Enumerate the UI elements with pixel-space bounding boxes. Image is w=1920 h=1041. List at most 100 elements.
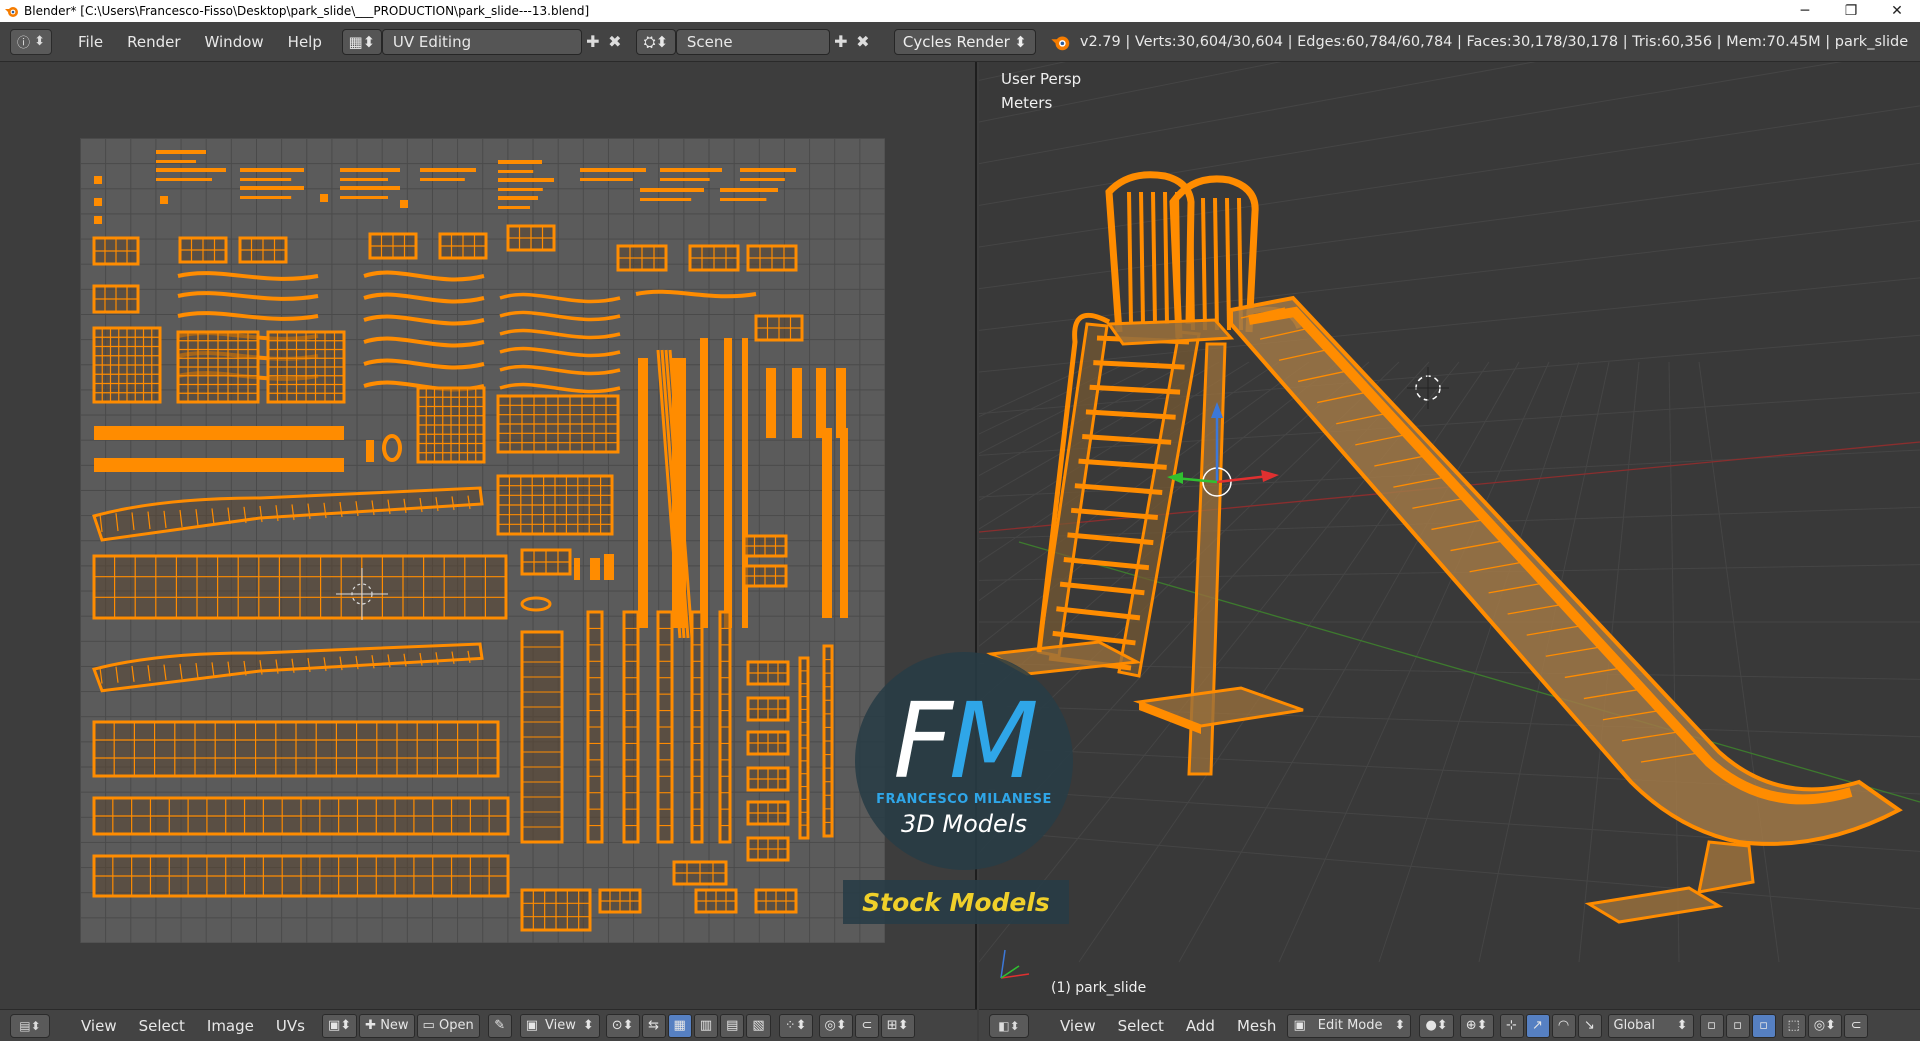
- sticky-selection-select[interactable]: ⁘ ⬍: [778, 1013, 813, 1038]
- uv-image-editor[interactable]: [0, 62, 977, 1009]
- info-icon: ⓘ: [16, 36, 30, 51]
- screen-layout-icon: ▦: [348, 32, 363, 51]
- blender-window: Blender* [C:\Users\Francesco-Fisso\Deskt…: [0, 0, 1920, 1041]
- pivot-point-select[interactable]: ⊙ ⬍: [605, 1013, 640, 1038]
- updown-icon: ⬍: [1394, 1018, 1406, 1033]
- magnet-icon: ⊂: [1850, 1018, 1862, 1033]
- watermark-f: F: [893, 680, 953, 802]
- proportional-icon: ◎: [1813, 1018, 1826, 1033]
- pin-icon: ✎: [494, 1018, 506, 1033]
- magnet-icon: ⊂: [861, 1018, 873, 1033]
- image-mode-select[interactable]: ▣ View ⬍: [519, 1013, 600, 1038]
- manipulator-toggle[interactable]: ⊹: [1499, 1013, 1524, 1038]
- face-mode-icon: ▫: [1759, 1018, 1768, 1033]
- transform-orientation-select[interactable]: Global ⬍: [1607, 1013, 1694, 1038]
- rotate-manipulator-button[interactable]: ◠: [1551, 1013, 1576, 1038]
- uv-menu-uvs[interactable]: UVs: [265, 1010, 316, 1041]
- rotate-icon: ◠: [1557, 1018, 1570, 1033]
- menu-render[interactable]: Render: [115, 22, 192, 62]
- 3d-viewport[interactable]: User Persp Meters (1) park_slide: [979, 62, 1920, 1009]
- blender-logo-icon: [1051, 36, 1070, 50]
- scene-statistics: v2.79 | Verts:30,604/30,604 | Edges:60,7…: [1079, 33, 1909, 50]
- interaction-mode-select[interactable]: ▣ Edit Mode ⬍: [1287, 1013, 1412, 1038]
- new-image-label: New: [380, 1018, 409, 1033]
- uv-menu-image[interactable]: Image: [196, 1010, 265, 1041]
- scene-icon: ⛭: [643, 32, 656, 51]
- add-scene-icon[interactable]: ✚: [830, 29, 852, 55]
- vertex-select-button[interactable]: ▦: [667, 1013, 692, 1038]
- proportional-edit-select[interactable]: ◎ ⬍: [818, 1013, 853, 1038]
- snap-toggle-3d[interactable]: ⊂: [1844, 1013, 1869, 1038]
- 3d-menu-add[interactable]: Add: [1175, 1010, 1226, 1041]
- watermark-subtitle: 3D Models: [901, 810, 1027, 838]
- add-screen-icon[interactable]: ✚: [582, 29, 604, 55]
- pivot-icon: ⊙: [611, 1018, 623, 1033]
- edge-select-button[interactable]: ▥: [693, 1013, 719, 1038]
- island-select-icon: ▧: [752, 1018, 765, 1033]
- render-engine-select[interactable]: Cycles Render ⬍: [893, 28, 1036, 55]
- minimize-button[interactable]: ─: [1782, 0, 1828, 22]
- screen-layout-name: UV Editing: [392, 32, 472, 51]
- 3d-view-editor-type-button[interactable]: ◧ ⬍: [989, 1013, 1029, 1038]
- watermark-m: M: [949, 680, 1039, 802]
- solid-sphere-icon: ●: [1425, 1018, 1437, 1033]
- edge-mode-icon: ▫: [1733, 1018, 1742, 1033]
- menu-help[interactable]: Help: [276, 22, 334, 62]
- limit-selection-toggle[interactable]: ⬚: [1781, 1013, 1806, 1038]
- render-engine-label: Cycles Render: [902, 32, 1010, 51]
- image-browse-button[interactable]: ▣ ⬍: [321, 1013, 358, 1038]
- remove-scene-icon[interactable]: ✖: [852, 29, 874, 55]
- close-button[interactable]: ✕: [1874, 0, 1920, 22]
- screen-layout-browse-button[interactable]: ▦ ⬍: [341, 28, 382, 55]
- folder-icon: ▭: [422, 1018, 435, 1033]
- units-label: Meters: [1001, 94, 1053, 112]
- watermark-fm: FM: [855, 680, 1073, 802]
- view-mode-icon: ▣: [525, 1018, 539, 1033]
- new-image-button[interactable]: ✚ New: [359, 1013, 415, 1038]
- maximize-button[interactable]: ❐: [1828, 0, 1874, 22]
- layer-button-1[interactable]: ▫: [1699, 1013, 1724, 1038]
- scale-icon: ↘: [1584, 1018, 1595, 1033]
- uv-islands: [92, 150, 848, 932]
- plus-icon: ✚: [365, 1018, 377, 1033]
- snap-element-select[interactable]: ⊞ ⬍: [880, 1013, 915, 1038]
- proportional-edit-select-3d[interactable]: ◎ ⬍: [1807, 1013, 1843, 1038]
- scene-field[interactable]: Scene: [675, 28, 830, 55]
- screen-layout-field[interactable]: UV Editing: [381, 28, 582, 55]
- snap-toggle[interactable]: ⊂: [854, 1013, 879, 1038]
- uv-menu-view[interactable]: View: [70, 1010, 128, 1041]
- updown-icon: ⬍: [582, 1018, 594, 1033]
- info-editor-type-button[interactable]: ⓘ ⬍: [10, 28, 52, 55]
- viewport-shading-select[interactable]: ● ⬍: [1419, 1013, 1454, 1038]
- uv-grid-canvas[interactable]: [80, 138, 885, 943]
- menu-file[interactable]: File: [66, 22, 115, 62]
- interaction-mode-label: Edit Mode: [1317, 1018, 1383, 1033]
- manipulator-icon: ⊹: [1506, 1018, 1517, 1033]
- view-perspective-label: User Persp: [1001, 70, 1082, 88]
- island-select-button[interactable]: ▧: [746, 1013, 771, 1038]
- pin-image-button[interactable]: ✎: [487, 1013, 512, 1038]
- uv-menu-select[interactable]: Select: [128, 1010, 196, 1041]
- sync-selection-toggle[interactable]: ⇆: [641, 1013, 666, 1038]
- layer-button-3[interactable]: ▫: [1751, 1013, 1776, 1038]
- uv-editor-type-button[interactable]: ▤ ⬍: [10, 1013, 50, 1038]
- layer-button-2[interactable]: ▫: [1725, 1013, 1750, 1038]
- scene-browse-button[interactable]: ⛭ ⬍: [635, 28, 676, 55]
- open-image-button[interactable]: ▭ Open: [416, 1013, 480, 1038]
- remove-screen-icon[interactable]: ✖: [604, 29, 626, 55]
- updown-icon: ⬍: [1676, 1018, 1688, 1033]
- menu-window[interactable]: Window: [193, 22, 276, 62]
- 3d-menu-view[interactable]: View: [1049, 1010, 1107, 1041]
- image-editor-icon: ▤: [19, 1018, 31, 1033]
- sticky-icon: ⁘: [784, 1018, 796, 1033]
- 3d-menu-mesh[interactable]: Mesh: [1226, 1010, 1288, 1041]
- translate-manipulator-button[interactable]: ↗: [1525, 1013, 1550, 1038]
- watermark-name: FRANCESCO MILANESE: [876, 792, 1052, 807]
- viewport-scene: [979, 62, 1920, 979]
- scale-manipulator-button[interactable]: ↘: [1577, 1013, 1602, 1038]
- face-select-button[interactable]: ▤: [720, 1013, 745, 1038]
- 3d-menu-select[interactable]: Select: [1107, 1010, 1175, 1041]
- pivot-center-select[interactable]: ⊕ ⬍: [1459, 1013, 1494, 1038]
- watermark-stock-models: Stock Models: [843, 880, 1069, 924]
- updown-icon: ⬍: [1014, 32, 1027, 51]
